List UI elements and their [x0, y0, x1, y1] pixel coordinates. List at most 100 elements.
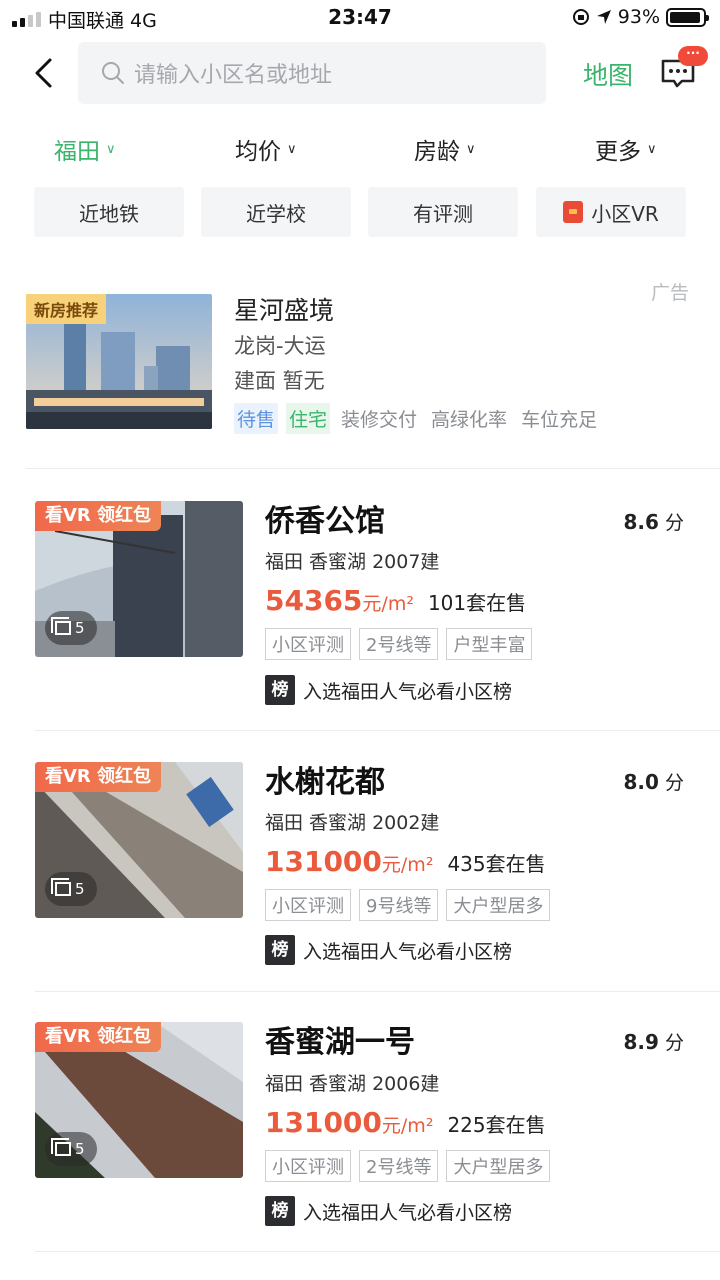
red-packet-icon [563, 201, 584, 223]
listing-title[interactable]: 侨香公馆 [265, 496, 385, 540]
tag-residential: 住宅 [286, 403, 331, 434]
listing-rank[interactable]: 榜入选福田人气必看小区榜 [265, 935, 512, 965]
price-value: 54365 [265, 584, 363, 617]
gallery-icon [51, 878, 71, 896]
listing-meta: 福田 香蜜湖 2006建 [265, 1073, 440, 1095]
chevron-down-icon: ∨ [647, 141, 657, 157]
location-icon [596, 10, 611, 24]
map-button[interactable]: 地图 [583, 56, 633, 92]
ad-location: 龙岗-大运 [234, 334, 326, 358]
search-input[interactable]: 请输入小区名或地址 [78, 42, 546, 104]
listing-tag: 户型丰富 [446, 628, 533, 660]
back-arrow-icon[interactable] [28, 56, 62, 90]
vr-badge: 看VR 领红包 [35, 762, 162, 792]
rank-icon: 榜 [265, 675, 295, 705]
chip-label: 近地铁 [79, 201, 139, 226]
ad-title[interactable]: 星河盛境 [234, 291, 334, 327]
listing-image[interactable]: 看VR 领红包 5 [35, 1022, 243, 1178]
chevron-down-icon: ∨ [287, 141, 297, 157]
price-value: 131000 [265, 845, 382, 878]
score-value: 8.0 [623, 770, 659, 794]
on-sale-count: 101套在售 [427, 591, 527, 615]
chevron-down-icon: ∨ [106, 141, 116, 157]
divider [26, 468, 720, 469]
ad-tags: 待售 住宅 装修交付 高绿化率 车位充足 [234, 403, 600, 434]
listing-score: 8.6 分 [624, 508, 685, 535]
listing-tag: 2号线等 [359, 628, 439, 660]
price-unit: 元/m² [381, 854, 434, 876]
listing-tag: 大户型居多 [446, 889, 551, 921]
listing-tags: 小区评测 2号线等 大户型居多 [265, 1150, 551, 1182]
on-sale-count: 225套在售 [447, 1113, 546, 1137]
orientation-lock-icon [572, 9, 589, 25]
message-badge: ··· [678, 46, 708, 66]
vr-badge: 看VR 领红包 [35, 1022, 162, 1052]
filter-building-age-label: 房龄 [414, 139, 460, 165]
listing-title[interactable]: 香蜜湖一号 [265, 1017, 415, 1061]
divider [35, 1251, 720, 1252]
listing-title[interactable]: 水榭花都 [265, 757, 385, 801]
filter-building-age[interactable]: 房龄 ∨ [414, 132, 476, 166]
battery-percent: 93% [617, 6, 660, 28]
score-unit: 分 [664, 512, 684, 534]
chip-reviewed[interactable]: 有评测 [368, 187, 518, 237]
ad-label: 广告 [651, 282, 690, 304]
score-value: 8.6 [623, 510, 659, 534]
filter-avg-price-label: 均价 [235, 139, 281, 165]
listing-tag: 小区评测 [265, 1150, 351, 1182]
listing-rank[interactable]: 榜入选福田人气必看小区榜 [265, 675, 512, 705]
price-unit: 元/m² [381, 1115, 434, 1137]
message-button[interactable]: ··· [658, 46, 708, 96]
listing-price: 131000元/m² 435套在售 [265, 845, 546, 878]
filter-district-label: 福田 [54, 139, 100, 165]
rank-text: 入选福田人气必看小区榜 [303, 1201, 513, 1224]
chip-near-school[interactable]: 近学校 [201, 187, 351, 237]
filter-bar: 福田 ∨ 均价 ∨ 房龄 ∨ 更多 ∨ [0, 132, 720, 168]
score-value: 8.9 [623, 1030, 659, 1054]
on-sale-count: 435套在售 [447, 852, 546, 876]
ad-area: 建面 暂无 [234, 369, 325, 393]
vr-badge: 看VR 领红包 [35, 501, 162, 531]
score-unit: 分 [664, 772, 684, 794]
price-unit: 元/m² [362, 593, 414, 615]
chip-near-subway[interactable]: 近地铁 [34, 187, 184, 237]
photo-count: 5 [45, 872, 97, 906]
divider [35, 991, 720, 992]
tag-decorated: 装修交付 [341, 409, 418, 431]
listing-tag: 小区评测 [265, 628, 351, 660]
filter-district[interactable]: 福田 ∨ [54, 132, 116, 166]
chip-label: 近学校 [246, 201, 306, 226]
listing-tags: 小区评测 2号线等 户型丰富 [265, 628, 533, 660]
listing-price: 131000元/m² 225套在售 [265, 1106, 546, 1139]
photo-count: 5 [45, 611, 97, 645]
photo-count-value: 5 [75, 1140, 85, 1158]
rank-text: 入选福田人气必看小区榜 [303, 680, 513, 703]
photo-count-value: 5 [75, 619, 85, 637]
chip-community-vr[interactable]: 小区VR [536, 187, 686, 237]
filter-avg-price[interactable]: 均价 ∨ [235, 132, 297, 166]
listing-score: 8.9 分 [624, 1028, 685, 1055]
price-value: 131000 [265, 1106, 382, 1139]
chip-label: 小区VR [591, 201, 659, 226]
listing-score: 8.0 分 [624, 768, 685, 795]
new-home-badge: 新房推荐 [26, 294, 107, 324]
filter-more[interactable]: 更多 ∨ [595, 132, 657, 166]
listing-image[interactable]: 看VR 领红包 5 [35, 762, 243, 918]
search-placeholder: 请输入小区名或地址 [134, 63, 333, 88]
listing-rank[interactable]: 榜入选福田人气必看小区榜 [265, 1196, 512, 1226]
rank-text: 入选福田人气必看小区榜 [303, 940, 513, 963]
gallery-icon [51, 1138, 71, 1156]
tag-green-rate: 高绿化率 [431, 409, 508, 431]
listing-tag: 大户型居多 [446, 1150, 551, 1182]
gallery-icon [51, 617, 71, 635]
photo-count-value: 5 [75, 880, 85, 898]
chevron-down-icon: ∨ [466, 141, 476, 157]
tag-for-sale: 待售 [234, 403, 279, 434]
rank-icon: 榜 [265, 935, 295, 965]
photo-count: 5 [45, 1132, 97, 1166]
listing-tag: 2号线等 [359, 1150, 439, 1182]
listing-image[interactable]: 看VR 领红包 5 [35, 501, 243, 657]
divider [35, 730, 720, 731]
listing-meta: 福田 香蜜湖 2002建 [265, 812, 440, 834]
listing-meta: 福田 香蜜湖 2007建 [265, 551, 440, 573]
